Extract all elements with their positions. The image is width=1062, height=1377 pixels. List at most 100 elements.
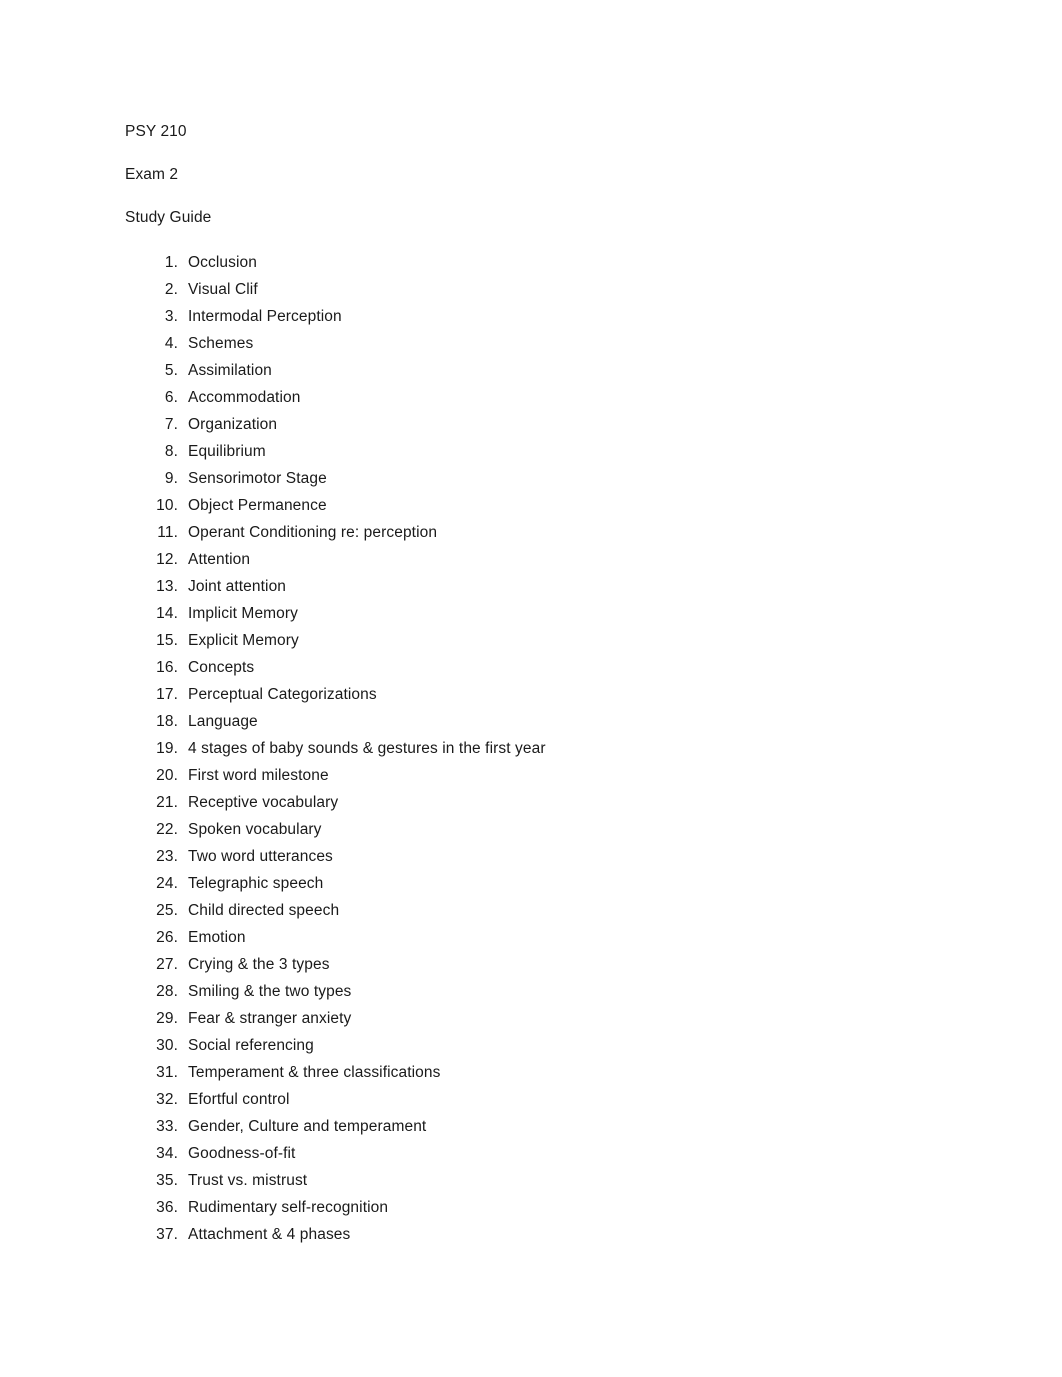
list-item: 13. Joint attention xyxy=(125,577,955,604)
list-item-number: 2. xyxy=(164,281,178,298)
list-item: 7. Organization xyxy=(125,415,955,442)
list-item: 19. 4 stages of baby sounds & gestures in… xyxy=(125,739,955,766)
list-item-text: Temperament & three classifications xyxy=(188,1064,441,1081)
list-item: 11. Operant Conditioning re: perception xyxy=(125,523,955,550)
list-item: 20. First word milestone xyxy=(125,766,955,793)
list-item-text: Concepts xyxy=(188,659,255,676)
list-item: 37. Attachment & 4 phases xyxy=(125,1225,955,1252)
list-item-text: Attachment & 4 phases xyxy=(188,1226,351,1243)
list-item-number: 37. xyxy=(156,1226,178,1243)
list-item: 4. Schemes xyxy=(125,334,955,361)
list-item: 23. Two word utterances xyxy=(125,847,955,874)
list-item-text: Two word utterances xyxy=(188,848,333,865)
document-page: PSY 210 Exam 2 Study Guide 1. Occlusion 2.… xyxy=(0,0,1062,1377)
list-item-number: 19. xyxy=(156,740,178,757)
list-item: 28. Smiling & the two types xyxy=(125,982,955,1009)
list-item: 12. Attention xyxy=(125,550,955,577)
list-item: 8. Equilibrium xyxy=(125,442,955,469)
list-item-number: 22. xyxy=(156,821,178,838)
list-item-number: 13. xyxy=(156,578,178,595)
list-item-text: Assimilation xyxy=(188,362,272,379)
list-item-number: 32. xyxy=(156,1091,178,1108)
list-item-number: 30. xyxy=(156,1037,178,1054)
list-item: 1. Occlusion xyxy=(125,253,955,280)
list-item-text: Organization xyxy=(188,416,278,433)
list-item-text: Sensorimotor Stage xyxy=(188,470,327,487)
list-item-text: Trust vs. mistrust xyxy=(188,1172,308,1189)
list-item-text: Visual Clif xyxy=(188,281,258,298)
exam-title-line: Exam 2 xyxy=(125,166,179,183)
list-item-text: Operant Conditioning re: perception xyxy=(188,524,438,541)
list-item-number: 14. xyxy=(156,605,178,622)
list-item-number: 25. xyxy=(156,902,178,919)
list-item-number: 9. xyxy=(164,470,178,487)
list-item-number: 33. xyxy=(156,1118,178,1135)
list-item-number: 5. xyxy=(164,362,178,379)
list-item: 2. Visual Clif xyxy=(125,280,955,307)
list-item: 25. Child directed speech xyxy=(125,901,955,928)
document-body: PSY 210 Exam 2 Study Guide 1. Occlusion 2.… xyxy=(125,122,955,1252)
list-item: 30. Social referencing xyxy=(125,1036,955,1063)
list-item-number: 28. xyxy=(156,983,178,1000)
list-item-text: Intermodal Perception xyxy=(188,308,342,325)
list-item-number: 26. xyxy=(156,929,178,946)
list-item-number: 18. xyxy=(156,713,178,730)
list-item-text: Child directed speech xyxy=(188,902,340,919)
list-item-text: Implicit Memory xyxy=(188,605,299,622)
list-item-number: 36. xyxy=(156,1199,178,1216)
list-item-number: 31. xyxy=(156,1064,178,1081)
list-item-number: 27. xyxy=(156,956,178,973)
list-item: 24. Telegraphic speech xyxy=(125,874,955,901)
list-item: 27. Crying & the 3 types xyxy=(125,955,955,982)
list-item: 5. Assimilation xyxy=(125,361,955,388)
list-item-number: 20. xyxy=(156,767,178,784)
course-code-line: PSY 210 xyxy=(125,123,187,140)
list-item-text: Accommodation xyxy=(188,389,301,406)
list-item: 18. Language xyxy=(125,712,955,739)
list-item-number: 29. xyxy=(156,1010,178,1027)
list-item-number: 35. xyxy=(156,1172,178,1189)
list-item-number: 4. xyxy=(164,335,178,352)
list-item-text: Language xyxy=(188,713,258,730)
list-item-number: 8. xyxy=(164,443,178,460)
list-item-text: Receptive vocabulary xyxy=(188,794,339,811)
list-item-text: Efortful control xyxy=(188,1091,290,1108)
list-item: 14. Implicit Memory xyxy=(125,604,955,631)
list-item: 36. Rudimentary self-recognition xyxy=(125,1198,955,1225)
study-guide-list: 1. Occlusion 2. Visual Clif 3. Intermodal Per… xyxy=(125,253,955,1252)
list-item-text: Perceptual Categorizations xyxy=(188,686,377,703)
list-item-text: Equilibrium xyxy=(188,443,266,460)
list-item: 32. Efortful control xyxy=(125,1090,955,1117)
list-item-text: Occlusion xyxy=(188,254,257,271)
list-item-text: 4 stages of baby sounds & gestures in th… xyxy=(188,740,546,757)
list-item-number: 1. xyxy=(164,254,178,271)
list-item-number: 11. xyxy=(157,524,178,541)
list-item: 6. Accommodation xyxy=(125,388,955,415)
list-item-number: 17. xyxy=(156,686,178,703)
list-item-text: Goodness-of-fit xyxy=(188,1145,296,1162)
list-item-text: Telegraphic speech xyxy=(188,875,324,892)
list-item-text: Object Permanence xyxy=(188,497,327,514)
list-item-text: Gender, Culture and temperament xyxy=(188,1118,427,1135)
list-item-number: 3. xyxy=(164,308,178,325)
list-item: 33. Gender, Culture and temperament xyxy=(125,1117,955,1144)
list-item-text: Attention xyxy=(188,551,251,568)
list-item-number: 23. xyxy=(156,848,178,865)
list-item-text: Emotion xyxy=(188,929,246,946)
list-item-text: Rudimentary self-recognition xyxy=(188,1199,389,1216)
list-item-number: 16. xyxy=(156,659,178,676)
list-item: 34. Goodness-of-fit xyxy=(125,1144,955,1171)
list-item-number: 10. xyxy=(156,497,178,514)
list-item-text: Spoken vocabulary xyxy=(188,821,322,838)
list-item: 29. Fear & stranger anxiety xyxy=(125,1009,955,1036)
list-item: 10. Object Permanence xyxy=(125,496,955,523)
list-item-number: 24. xyxy=(156,875,178,892)
list-item: 17. Perceptual Categorizations xyxy=(125,685,955,712)
list-item: 15. Explicit Memory xyxy=(125,631,955,658)
list-item-number: 7. xyxy=(164,416,178,433)
list-item-text: Social referencing xyxy=(188,1037,314,1054)
list-item: 16. Concepts xyxy=(125,658,955,685)
list-item-text: Joint attention xyxy=(188,578,287,595)
list-item: 35. Trust vs. mistrust xyxy=(125,1171,955,1198)
list-item-text: Fear & stranger anxiety xyxy=(188,1010,352,1027)
